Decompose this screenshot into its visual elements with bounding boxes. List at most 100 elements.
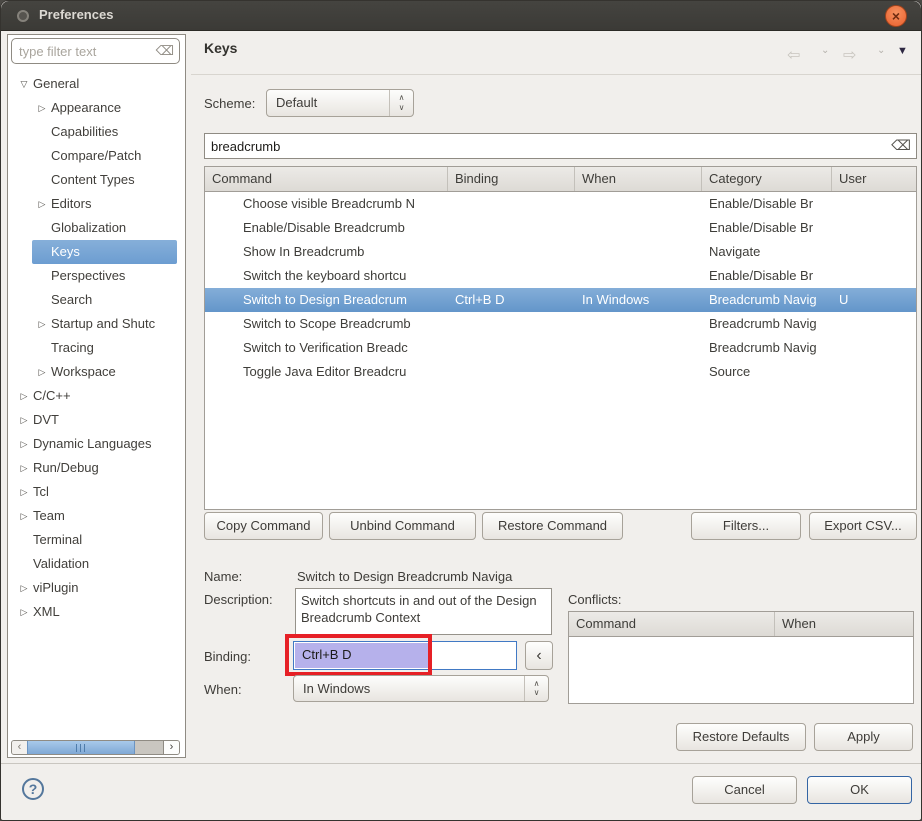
close-button[interactable]: ×: [885, 5, 907, 27]
cell-when: [575, 192, 702, 216]
sidebar-item-terminal[interactable]: Terminal: [8, 528, 185, 552]
sidebar-item-viplugin[interactable]: ▷viPlugin: [8, 576, 185, 600]
sidebar-item-startup-and-shutdown[interactable]: ▷Startup and Shutc: [8, 312, 185, 336]
table-row[interactable]: Switch to Verification BreadcBreadcrumb …: [205, 336, 916, 360]
cell-command: Choose visible Breadcrumb N: [205, 192, 448, 216]
column-header-category[interactable]: Category: [702, 167, 832, 191]
preferences-window: Preferences × ⌫ ▽General ▷Appearance Cap…: [0, 0, 922, 821]
sidebar-item-dynamic-languages[interactable]: ▷Dynamic Languages: [8, 432, 185, 456]
expand-icon[interactable]: ▷: [15, 600, 33, 624]
sidebar-item-capabilities[interactable]: Capabilities: [8, 120, 185, 144]
filter-field[interactable]: ⌫: [11, 38, 180, 64]
column-header-when[interactable]: When: [575, 167, 702, 191]
tree-item-label: Tcl: [33, 484, 49, 499]
cell-category: Enable/Disable Br: [702, 264, 832, 288]
table-row-selected[interactable]: Switch to Design BreadcrumCtrl+B DIn Win…: [205, 288, 916, 312]
binding-input[interactable]: Ctrl+B D: [293, 641, 517, 670]
sidebar-item-search[interactable]: Search: [8, 288, 185, 312]
scroll-right-button[interactable]: ›: [163, 741, 179, 754]
back-history-chevron-icon[interactable]: ⌄: [821, 45, 829, 56]
scroll-left-icon[interactable]: ‹: [12, 741, 27, 754]
filter-input[interactable]: [19, 42, 154, 60]
expand-icon[interactable]: ▷: [15, 408, 33, 432]
expand-icon[interactable]: ▷: [15, 432, 33, 456]
column-header-command[interactable]: Command: [205, 167, 448, 191]
cell-binding: [448, 264, 575, 288]
cell-user: [832, 312, 916, 336]
tree-item-label: Search: [51, 292, 92, 307]
tree-item-label: Terminal: [33, 532, 82, 547]
view-menu-icon[interactable]: ▼: [897, 45, 908, 57]
sidebar-item-run-debug[interactable]: ▷Run/Debug: [8, 456, 185, 480]
sidebar-item-globalization[interactable]: Globalization: [8, 216, 185, 240]
expand-icon[interactable]: ▷: [15, 456, 33, 480]
sidebar-item-c-cpp[interactable]: ▷C/C++: [8, 384, 185, 408]
column-header-binding[interactable]: Binding: [448, 167, 575, 191]
ok-button[interactable]: OK: [807, 776, 912, 804]
sidebar-item-content-types[interactable]: Content Types: [8, 168, 185, 192]
command-search-input[interactable]: [211, 137, 881, 155]
restore-command-button[interactable]: Restore Command: [482, 512, 623, 540]
sidebar-item-keys[interactable]: Keys: [8, 240, 185, 264]
clear-search-icon[interactable]: ⌫: [891, 137, 911, 154]
sidebar-item-workspace[interactable]: ▷Workspace: [8, 360, 185, 384]
cell-category: Source: [702, 360, 832, 384]
scrollbar-thumb[interactable]: [27, 741, 135, 754]
expand-icon[interactable]: ▷: [33, 360, 51, 384]
tree-item-label: Startup and Shutc: [51, 316, 155, 331]
table-row[interactable]: Choose visible Breadcrumb NEnable/Disabl…: [205, 192, 916, 216]
sidebar-item-compare-patch[interactable]: Compare/Patch: [8, 144, 185, 168]
spinner-icon: ∧∨: [389, 90, 413, 116]
export-csv-button[interactable]: Export CSV...: [809, 512, 917, 540]
sidebar-item-appearance[interactable]: ▷Appearance: [8, 96, 185, 120]
table-row[interactable]: Switch the keyboard shortcuEnable/Disabl…: [205, 264, 916, 288]
sidebar-item-validation[interactable]: Validation: [8, 552, 185, 576]
column-header-user[interactable]: User: [832, 167, 916, 191]
cell-binding: Ctrl+B D: [448, 288, 575, 312]
sidebar-item-team[interactable]: ▷Team: [8, 504, 185, 528]
table-row[interactable]: Show In BreadcrumbNavigate: [205, 240, 916, 264]
restore-defaults-button[interactable]: Restore Defaults: [676, 723, 806, 751]
expand-icon[interactable]: ▷: [15, 480, 33, 504]
expand-icon[interactable]: ▷: [33, 192, 51, 216]
unbind-command-button[interactable]: Unbind Command: [329, 512, 476, 540]
conflicts-column-command[interactable]: Command: [569, 612, 775, 636]
collapse-icon[interactable]: ▽: [15, 72, 33, 96]
filters-button[interactable]: Filters...: [691, 512, 801, 540]
expand-icon[interactable]: ▷: [15, 504, 33, 528]
expand-icon[interactable]: ▷: [15, 576, 33, 600]
sidebar-item-tcl[interactable]: ▷Tcl: [8, 480, 185, 504]
titlebar[interactable]: Preferences ×: [1, 1, 921, 31]
scrollbar-grip-icon: [76, 744, 85, 752]
cell-user: U: [832, 288, 916, 312]
binding-back-button[interactable]: ‹: [525, 641, 553, 670]
cancel-button[interactable]: Cancel: [692, 776, 797, 804]
expand-icon[interactable]: ▷: [15, 384, 33, 408]
apply-button[interactable]: Apply: [814, 723, 913, 751]
sidebar-item-perspectives[interactable]: Perspectives: [8, 264, 185, 288]
tree-item-label: C/C++: [33, 388, 71, 403]
help-button[interactable]: ?: [22, 778, 44, 800]
clear-filter-icon[interactable]: ⌫: [156, 43, 174, 59]
sidebar-horizontal-scrollbar[interactable]: ‹ ›: [11, 740, 180, 755]
command-search-field[interactable]: ⌫: [204, 133, 917, 159]
table-row[interactable]: Toggle Java Editor BreadcruSource: [205, 360, 916, 384]
cell-binding: [448, 336, 575, 360]
sidebar-item-xml[interactable]: ▷XML: [8, 600, 185, 624]
scheme-dropdown[interactable]: Default ∧∨: [266, 89, 414, 117]
expand-icon[interactable]: ▷: [33, 312, 51, 336]
sidebar-item-editors[interactable]: ▷Editors: [8, 192, 185, 216]
forward-history-chevron-icon[interactable]: ⌄: [877, 45, 885, 56]
sidebar-item-general[interactable]: ▽General: [8, 72, 185, 96]
when-dropdown[interactable]: In Windows ∧∨: [293, 675, 549, 702]
copy-command-button[interactable]: Copy Command: [204, 512, 323, 540]
forward-arrow-icon[interactable]: ⇨: [843, 45, 856, 65]
table-row[interactable]: Enable/Disable BreadcrumbEnable/Disable …: [205, 216, 916, 240]
expand-icon[interactable]: ▷: [33, 96, 51, 120]
table-row[interactable]: Switch to Scope BreadcrumbBreadcrumb Nav…: [205, 312, 916, 336]
sidebar-item-dvt[interactable]: ▷DVT: [8, 408, 185, 432]
cell-binding: [448, 312, 575, 336]
back-arrow-icon[interactable]: ⇦: [787, 45, 800, 65]
conflicts-column-when[interactable]: When: [775, 612, 913, 636]
sidebar-item-tracing[interactable]: Tracing: [8, 336, 185, 360]
